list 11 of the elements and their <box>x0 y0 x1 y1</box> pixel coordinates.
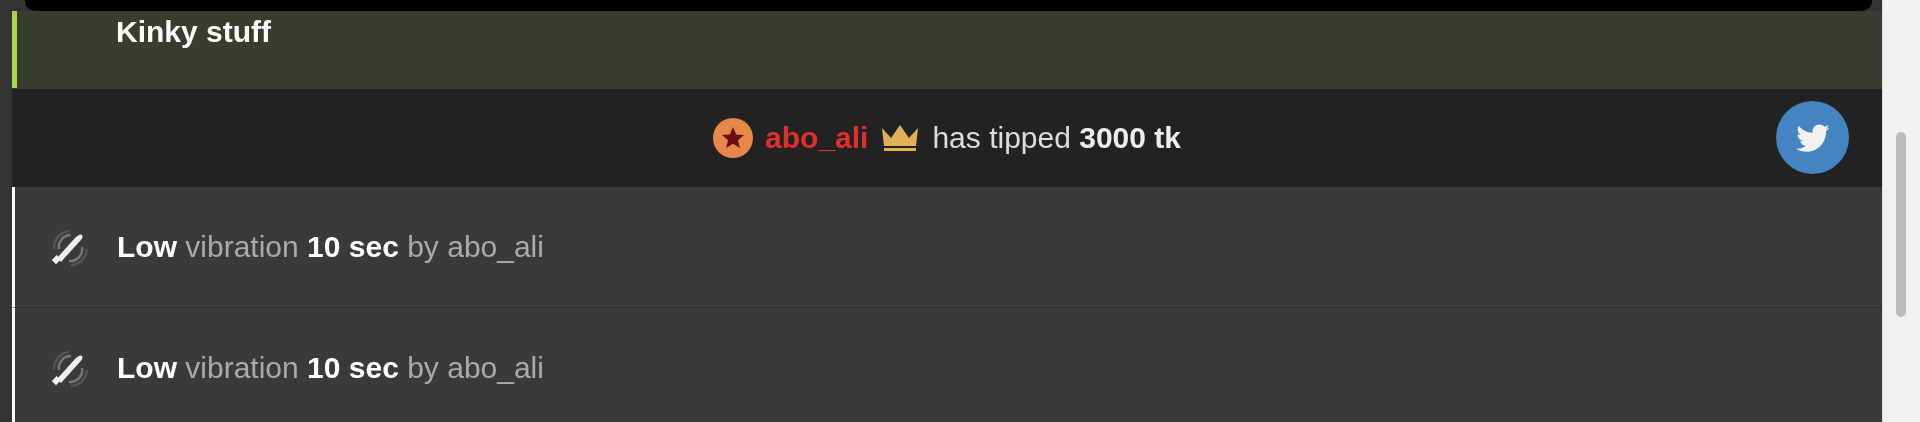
vibration-message: Low vibration 10 sec by abo_ali <box>117 351 544 385</box>
notice-text: Kinky stuff <box>116 15 271 49</box>
scrollbar[interactable] <box>1882 0 1920 422</box>
tip-message: has tipped 3000 tk <box>932 121 1181 155</box>
vibration-message: Low vibration 10 sec by abo_ali <box>117 230 544 264</box>
username-link[interactable]: abo_ali <box>765 121 869 155</box>
star-badge-icon <box>713 118 754 158</box>
vibrator-icon <box>49 227 89 267</box>
vibrator-icon <box>49 348 89 388</box>
scrollbar-thumb[interactable] <box>1896 132 1906 317</box>
crown-icon <box>880 124 921 152</box>
